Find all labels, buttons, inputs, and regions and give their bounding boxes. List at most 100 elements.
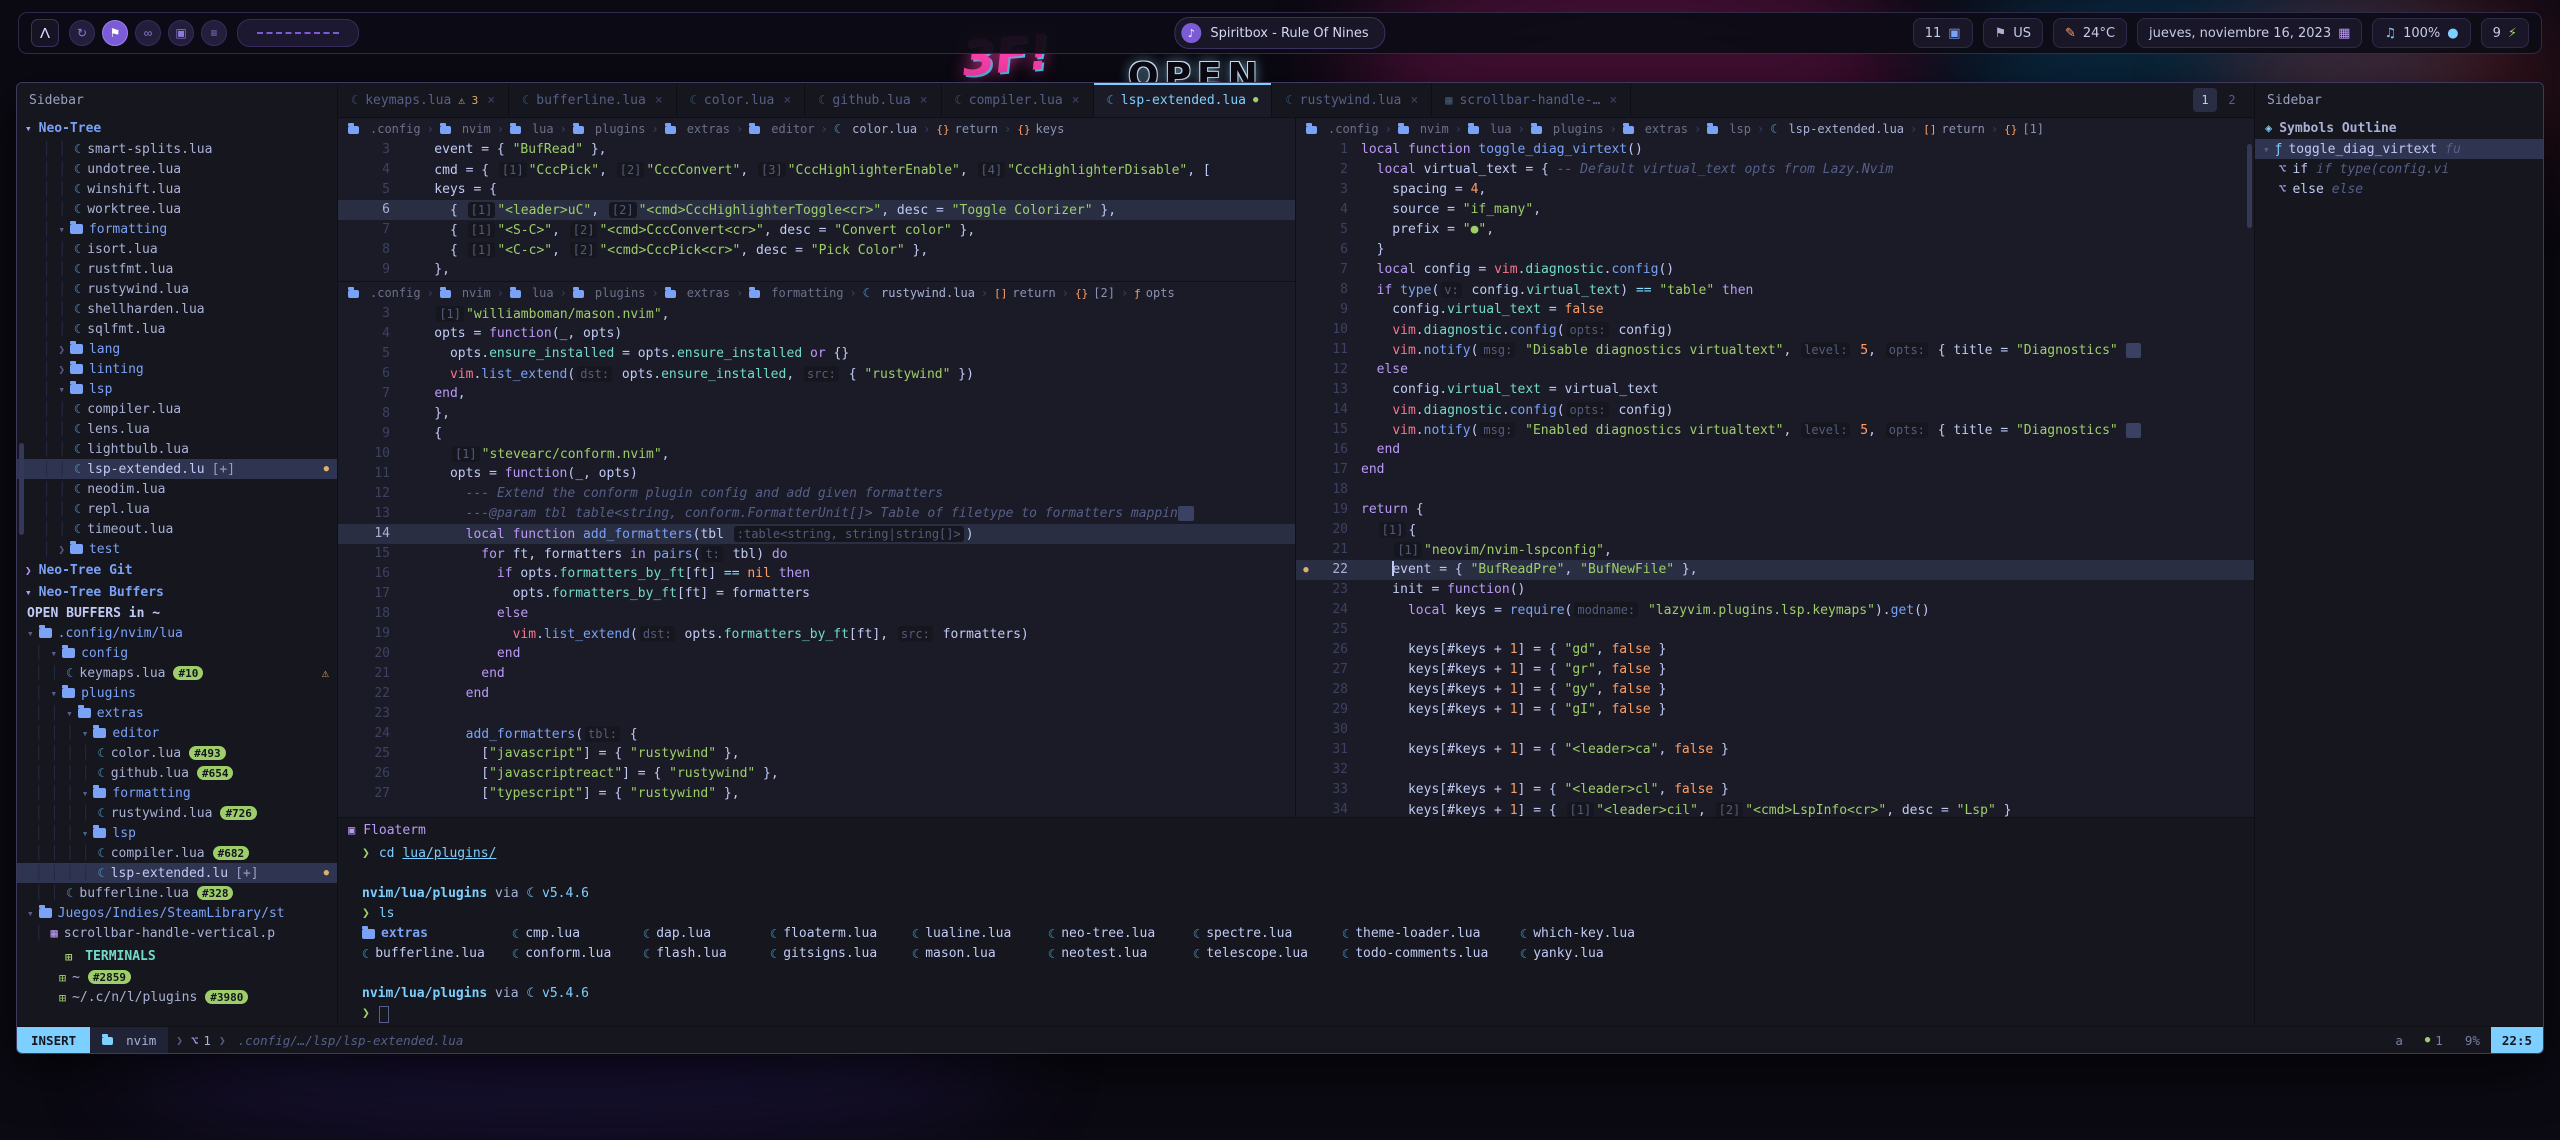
code-line[interactable]: 4 source = "if_many", [1296, 200, 2254, 220]
breadcrumb-item[interactable]: {}keys [1017, 122, 1064, 136]
tree-item[interactable]: │ │ ☾rustywind.lua [17, 279, 337, 299]
tab-rustywind-lua[interactable]: ☾rustywind.lua× [1272, 83, 1432, 117]
workspace-button-4[interactable]: ▣ [168, 20, 194, 46]
code-line[interactable]: 20 [1]{ [1296, 520, 2254, 540]
code-line[interactable]: 10 [1]"stevearc/conform.nvim", [338, 444, 1295, 464]
breadcrumb-item[interactable]: .config [348, 122, 421, 136]
code-line[interactable]: 31 keys[#keys + 1] = { "<leader>ca", fal… [1296, 740, 2254, 760]
code-line[interactable]: 26 ["javascriptreact"] = { "rustywind" }… [338, 764, 1295, 784]
outline-item[interactable]: ▾ƒtoggle_diag_virtextfu [2255, 139, 2543, 159]
code-line[interactable]: 24 local keys = require(modname: "lazyvi… [1296, 600, 2254, 620]
tree-item[interactable]: │ │ ☾bufferline.lua#328 [17, 883, 337, 903]
code-line[interactable]: 13 ---@param tbl table<string, conform.F… [338, 504, 1295, 524]
tree-item[interactable]: │ │ ☾lightbulb.lua [17, 439, 337, 459]
tree-item[interactable]: │ │ ☾lsp-extended.lu[+]● [17, 459, 337, 479]
code-line[interactable]: 23 init = function() [1296, 580, 2254, 600]
code-line[interactable]: 26 keys[#keys + 1] = { "gd", false } [1296, 640, 2254, 660]
tree-item[interactable]: │ │ ☾winshift.lua [17, 179, 337, 199]
date-pill[interactable]: jueves, noviembre 16, 2023▦ [2137, 18, 2362, 48]
code-line[interactable]: 4 cmd = { [1]"CccPick", [2]"CccConvert",… [338, 160, 1295, 180]
section-neo-tree-git[interactable]: ❯Neo-Tree Git [17, 559, 337, 581]
tree-item[interactable]: ▾.config/nvim/lua [17, 623, 337, 643]
code-line[interactable]: 21 [1]"neovim/nvim-lspconfig", [1296, 540, 2254, 560]
tree-item[interactable]: │ │ │ ▾formatting [17, 783, 337, 803]
tree-item[interactable]: │ │ ☾shellharden.lua [17, 299, 337, 319]
tree-item[interactable]: │ │ │ │ ☾color.lua#493 [17, 743, 337, 763]
code-line[interactable]: 6 } [1296, 240, 2254, 260]
breadcrumb-item[interactable]: lua [510, 122, 554, 136]
breadcrumb-item[interactable]: editor [749, 122, 814, 136]
code-line[interactable]: 6 { [1]"<leader>uC", [2]"<cmd>CccHighlig… [338, 200, 1295, 220]
code-line[interactable]: 3 event = { "BufRead" }, [338, 140, 1295, 160]
music-widget[interactable]: ♪ Spiritbox - Rule Of Nines [1174, 17, 1385, 49]
code-line[interactable]: ●22 event = { "BufReadPre", "BufNewFile"… [1296, 560, 2254, 580]
tab-close-icon[interactable]: × [1410, 93, 1418, 108]
tab-close-icon[interactable]: × [783, 93, 791, 108]
breadcrumb-item[interactable]: plugins [1531, 122, 1604, 136]
code-line[interactable]: 8 }, [338, 404, 1295, 424]
tab-scrollbar-handle-[interactable]: ▦scrollbar-handle-…× [1432, 83, 1631, 117]
tab-compiler-lua[interactable]: ☾compiler.lua× [942, 83, 1094, 117]
breadcrumb-item[interactable]: {}return [936, 122, 998, 136]
tree-item[interactable]: ⊞~/.c/n/l/plugins#3980 [17, 987, 337, 1007]
tab-close-icon[interactable]: × [655, 93, 663, 108]
weather-pill[interactable]: ✎24°C [2053, 18, 2127, 48]
section-terminals[interactable]: ⊞TERMINALS [17, 943, 337, 967]
breadcrumb-item[interactable]: formatting [749, 286, 843, 300]
breadcrumb-item[interactable]: lsp [1707, 122, 1751, 136]
code-line[interactable]: 30 [1296, 720, 2254, 740]
code-line[interactable]: 16 end [1296, 440, 2254, 460]
breadcrumb-item[interactable]: extras [665, 286, 730, 300]
breadcrumb-item[interactable]: ☾rustywind.lua [863, 286, 975, 300]
tree-item[interactable]: │ │ │ │ ☾github.lua#654 [17, 763, 337, 783]
tree-item[interactable]: ▾Juegos/Indies/SteamLibrary/st [17, 903, 337, 923]
code-line[interactable]: 5 prefix = "●", [1296, 220, 2254, 240]
code-line[interactable]: 19return { [1296, 500, 2254, 520]
tree-item[interactable]: │ │ │ │ ☾compiler.lua#682 [17, 843, 337, 863]
code-line[interactable]: 7 { [1]"<S-C>", [2]"<cmd>CccConvert<cr>"… [338, 220, 1295, 240]
code-line[interactable]: 21 end [338, 664, 1295, 684]
breadcrumb-item[interactable]: extras [665, 122, 730, 136]
code-line[interactable]: 12 --- Extend the conform plugin config … [338, 484, 1295, 504]
workspace-button-2[interactable]: ⚑ [102, 20, 128, 46]
code-line[interactable]: 32 [1296, 760, 2254, 780]
launcher-button[interactable]: Λ [31, 19, 59, 47]
code-line[interactable]: 12 else [1296, 360, 2254, 380]
code-line[interactable]: 1local function toggle_diag_virtext() [1296, 140, 2254, 160]
breadcrumb-item[interactable]: nvim [440, 122, 491, 136]
breadcrumb-item[interactable]: extras [1623, 122, 1688, 136]
code-line[interactable]: 5 keys = { [338, 180, 1295, 200]
tree-item[interactable]: │ │ ☾sqlfmt.lua [17, 319, 337, 339]
code-line[interactable]: 16 if opts.formatters_by_ft[ft] == nil t… [338, 564, 1295, 584]
tree-item[interactable]: │ ▦scrollbar-handle-vertical.p [17, 923, 337, 943]
tree-item[interactable]: ⊞~#2859 [17, 967, 337, 987]
breadcrumb-item[interactable]: ☾lsp-extended.lua [1770, 122, 1904, 136]
tab-github-lua[interactable]: ☾github.lua× [805, 83, 941, 117]
code-line[interactable]: 28 keys[#keys + 1] = { "gy", false } [1296, 680, 2254, 700]
tree-item[interactable]: │ │ ☾neodim.lua [17, 479, 337, 499]
code-line[interactable]: 17end [1296, 460, 2254, 480]
tree-item[interactable]: │ ▾formatting [17, 219, 337, 239]
tree-item[interactable]: │ │ │ │ ☾lsp-extended.lu[+]● [17, 863, 337, 883]
pane-c-scrollbar-handle[interactable] [2247, 144, 2252, 228]
battery-pill[interactable]: 9⚡ [2481, 18, 2529, 48]
code-line[interactable]: 8 { [1]"<C-c>", [2]"<cmd>CccPick<cr>", d… [338, 240, 1295, 260]
code-line[interactable]: 17 opts.formatters_by_ft[ft] = formatter… [338, 584, 1295, 604]
breadcrumb-item[interactable]: nvim [1398, 122, 1449, 136]
tree-item[interactable]: │ │ ☾rustfmt.lua [17, 259, 337, 279]
tree-item[interactable]: │ ❯lang [17, 339, 337, 359]
tree-item[interactable]: │ │ ☾lens.lua [17, 419, 337, 439]
outline-item[interactable]: ⌥elseelse [2255, 179, 2543, 199]
workspace-button-1[interactable]: ↻ [69, 20, 95, 46]
code-line[interactable]: 13 config.virtual_text = virtual_text [1296, 380, 2254, 400]
sidebar-scrollbar-handle[interactable] [19, 443, 24, 535]
breadcrumb-item[interactable]: ☾color.lua [834, 122, 917, 136]
tab-color-lua[interactable]: ☾color.lua× [677, 83, 806, 117]
code-line[interactable]: 3 [1]"williamboman/mason.nvim", [338, 304, 1295, 324]
breadcrumb-item[interactable]: {}[2] [1075, 286, 1115, 300]
tab-close-icon[interactable]: × [487, 93, 495, 108]
code-line[interactable]: 18 else [338, 604, 1295, 624]
code-line[interactable]: 14 local function add_formatters(tbl :ta… [338, 524, 1295, 544]
breadcrumb-item[interactable]: []return [1923, 122, 1985, 136]
tree-item[interactable]: │ │ ☾repl.lua [17, 499, 337, 519]
